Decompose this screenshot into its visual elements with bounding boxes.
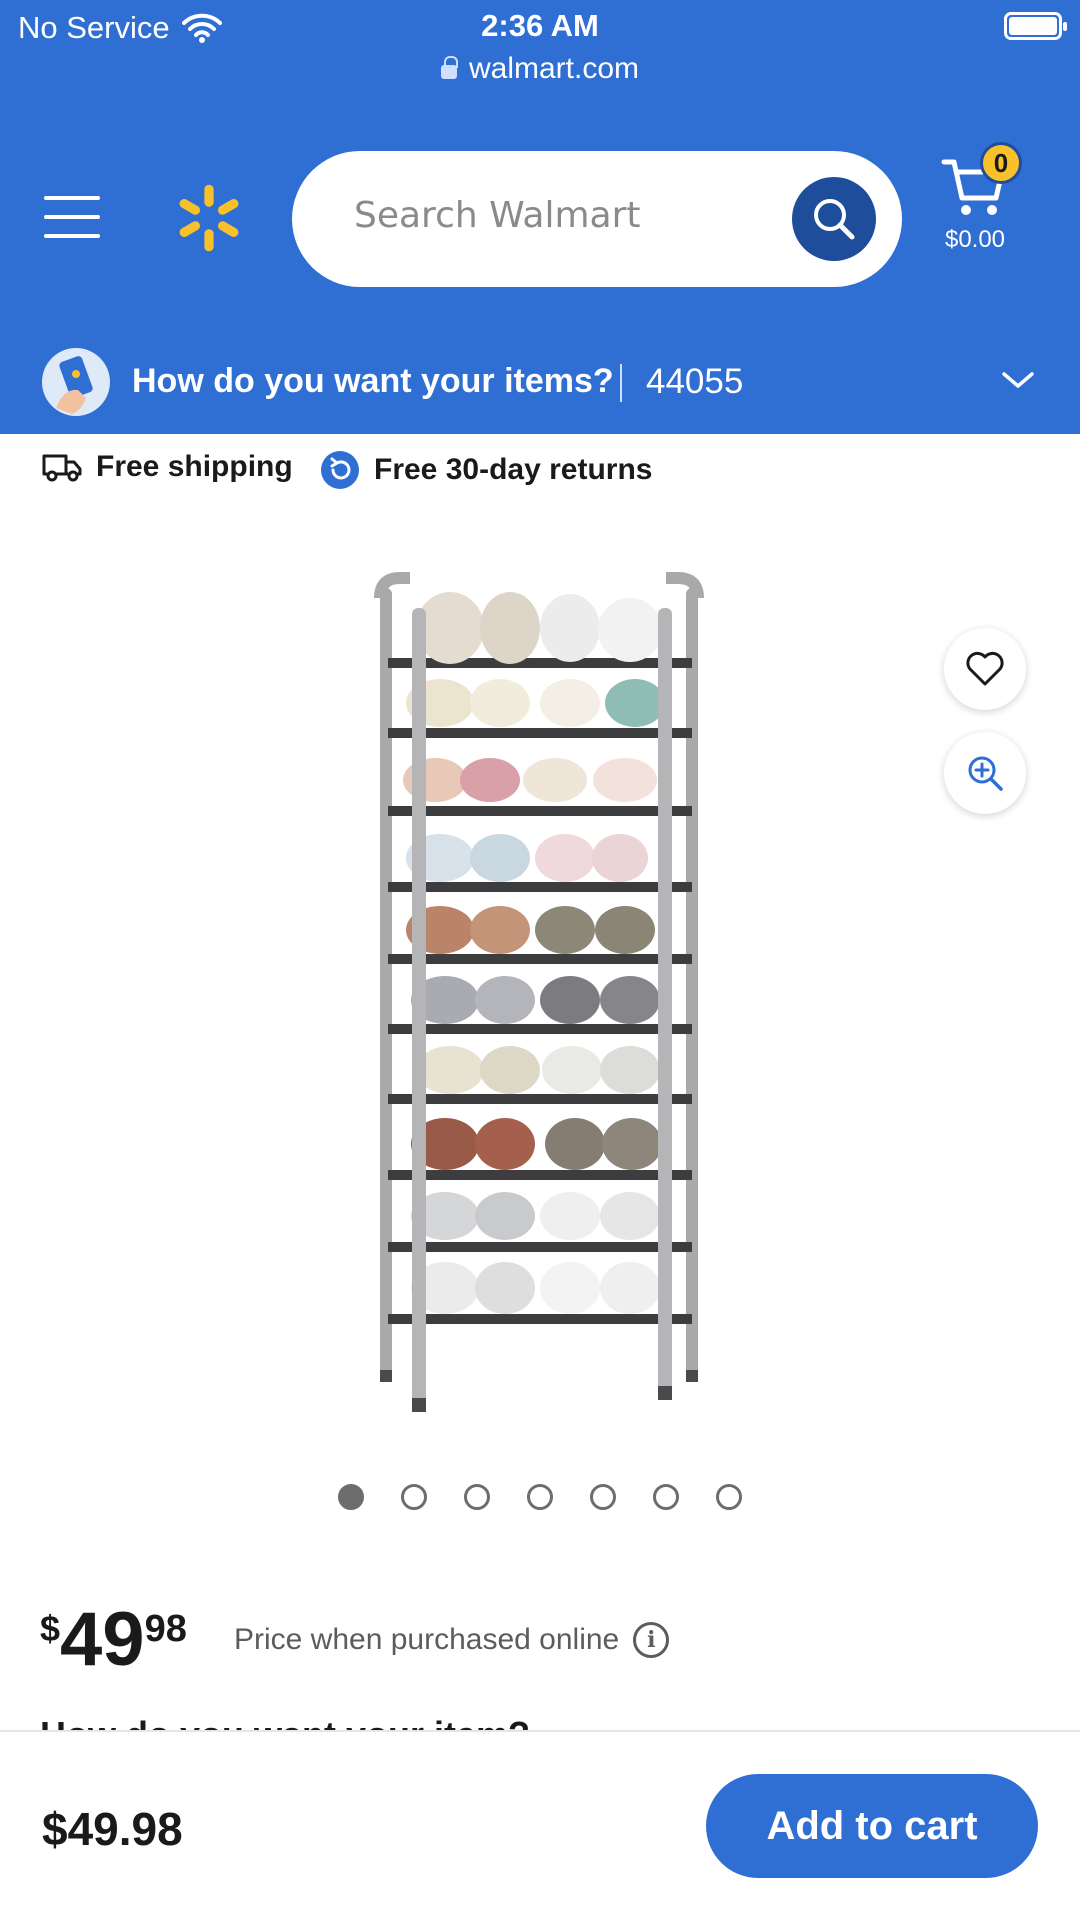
delivery-prompt: How do you want your items? [132,362,614,400]
price-currency: $ [40,1608,61,1649]
price-cents: 98 [144,1608,187,1650]
search-bar [292,151,902,287]
free-shipping-perk: Free shipping [42,450,293,484]
heart-icon [966,651,1004,686]
price-note-text: Price when purchased online [234,1623,620,1656]
url-text: walmart.com [468,52,640,85]
menu-icon-bar [44,234,100,238]
bottom-action-bar: $49.98 Add to cart [0,1730,1080,1920]
pagination-dot[interactable] [716,1484,742,1510]
delivery-illustration [42,348,110,416]
search-icon [814,199,855,240]
menu-icon-bar [44,196,100,200]
status-bar: No Service 2:36 AM [0,0,1080,60]
menu-icon-bar [44,215,100,219]
pagination-dot[interactable] [653,1484,679,1510]
chevron-down-icon [1002,372,1034,388]
walmart-spark-logo[interactable] [172,180,246,256]
zoom-button[interactable] [944,732,1026,814]
free-returns-perk: Free 30-day returns [320,450,652,490]
cart-total: $0.00 [944,226,1006,253]
free-returns-label: Free 30-day returns [374,453,653,486]
price-whole: 49 [60,1597,145,1682]
section-heading: How do you want your item? [40,1714,530,1730]
cart-count-badge: 0 [980,142,1022,184]
battery-icon [1004,12,1067,40]
product-image[interactable] [360,548,720,1428]
search-button[interactable] [792,177,876,261]
free-shipping-label: Free shipping [96,450,293,483]
zoom-in-icon [968,756,1003,791]
status-time: 2:36 AM [481,8,599,43]
truck-icon [42,454,82,482]
price-note: Price when purchased online i [234,1622,670,1658]
bottom-price: $49.98 [42,1803,183,1855]
delivery-selector[interactable]: How do you want your items? 44055 [0,340,1080,434]
image-pagination [0,1484,1080,1510]
site-header: 0 $0.00 [0,140,1080,290]
pagination-dot[interactable] [338,1484,364,1510]
divider [620,364,622,402]
perks-row: Free shipping Free 30-day returns [0,450,1080,500]
zip-code: 44055 [646,362,744,401]
add-to-cart-button[interactable]: Add to cart [706,1774,1038,1878]
product-price: $ 49 98 [40,1600,187,1680]
cart-button[interactable]: 0 $0.00 [934,140,1054,260]
search-input[interactable] [354,195,774,236]
pagination-dot[interactable] [527,1484,553,1510]
pagination-dot[interactable] [401,1484,427,1510]
menu-button[interactable] [44,196,100,240]
favorite-button[interactable] [944,628,1026,710]
info-icon[interactable]: i [633,1622,670,1658]
returns-icon [321,451,359,489]
pagination-dot[interactable] [590,1484,616,1510]
lock-icon [440,56,458,79]
pagination-dot[interactable] [464,1484,490,1510]
url-bar[interactable]: walmart.com [0,52,1080,86]
